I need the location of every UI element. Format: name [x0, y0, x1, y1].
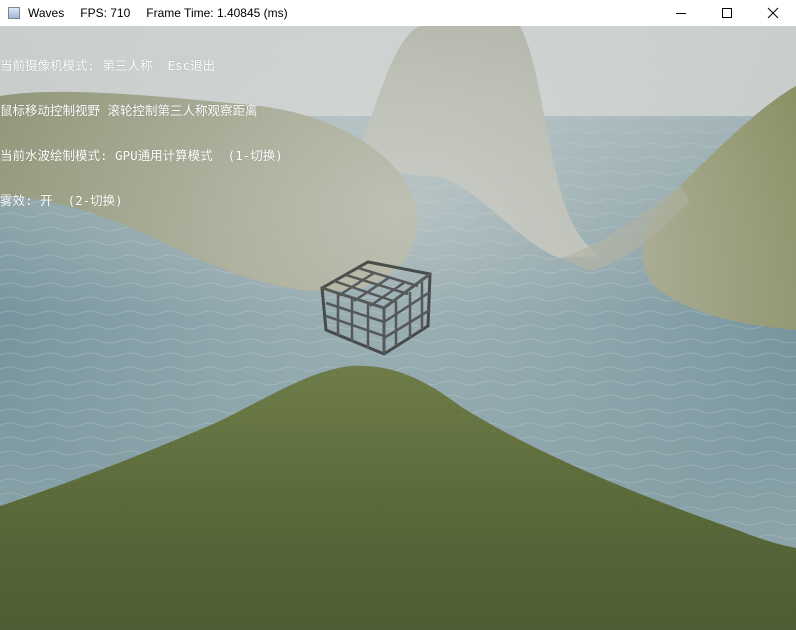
maximize-icon — [722, 8, 732, 18]
app-icon — [8, 7, 20, 19]
hud-mouse-hint: 鼠标移动控制视野 滚轮控制第三人称观察距离 — [0, 103, 258, 118]
hud-fog-state: 雾效: 开 (2-切换) — [0, 193, 123, 208]
window-controls — [658, 0, 796, 26]
close-button[interactable] — [750, 0, 796, 26]
minimize-icon — [676, 13, 686, 14]
title-bar[interactable]: Waves FPS: 710 Frame Time: 1.40845 (ms) — [0, 0, 796, 26]
hud-camera-mode: 当前摄像机模式: 第三人称 Esc退出 — [0, 58, 216, 73]
frame-time-readout: Frame Time: 1.40845 (ms) — [146, 6, 288, 20]
minimize-button[interactable] — [658, 0, 704, 26]
app-window: Waves FPS: 710 Frame Time: 1.40845 (ms) — [0, 0, 796, 630]
window-title: Waves — [28, 6, 65, 20]
fps-readout: FPS: 710 — [80, 6, 131, 20]
hud-wave-mode: 当前水波绘制模式: GPU通用计算模式 (1-切换) — [0, 148, 283, 163]
close-icon — [767, 7, 779, 19]
hud-overlay: 当前摄像机模式: 第三人称 Esc退出 鼠标移动控制视野 滚轮控制第三人称观察距… — [0, 28, 283, 238]
maximize-button[interactable] — [704, 0, 750, 26]
